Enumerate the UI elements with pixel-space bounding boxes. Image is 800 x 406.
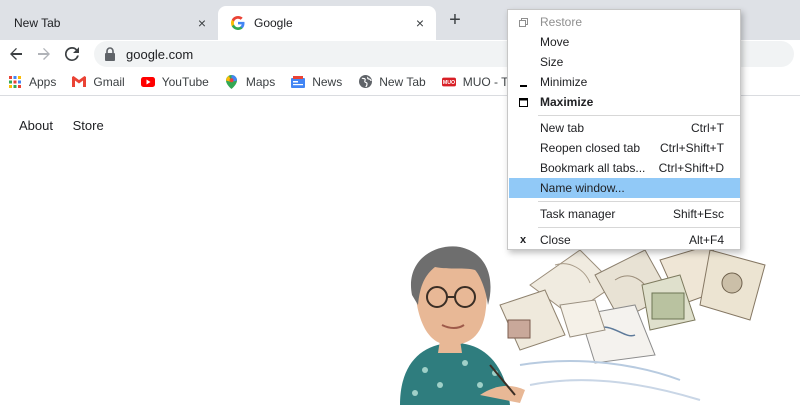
- menu-item-new-tab[interactable]: New tab Ctrl+T: [509, 118, 740, 138]
- back-button[interactable]: [4, 42, 28, 66]
- menu-item-task-manager[interactable]: Task manager Shift+Esc: [509, 204, 740, 224]
- bookmark-label: Maps: [245, 74, 276, 89]
- shortcut-label: Ctrl+T: [691, 121, 724, 135]
- shortcut-label: Ctrl+Shift+D: [658, 161, 724, 175]
- lock-icon: [104, 47, 116, 61]
- bookmark-label: New Tab: [379, 74, 426, 89]
- close-x-icon: x: [519, 234, 527, 246]
- tab-google[interactable]: Google ×: [218, 6, 436, 40]
- shortcut-label: Shift+Esc: [672, 207, 724, 221]
- news-icon: [291, 75, 306, 89]
- bookmark-label: News: [312, 74, 343, 89]
- bookmark-label: Gmail: [93, 74, 125, 89]
- forward-button[interactable]: [32, 42, 56, 66]
- maximize-icon: [517, 96, 529, 108]
- url-text: google.com: [126, 46, 194, 62]
- bookmark-news[interactable]: News: [291, 75, 342, 89]
- bookmark-label: Apps: [29, 74, 57, 89]
- tab-new-tab[interactable]: New Tab ×: [0, 6, 218, 40]
- store-link[interactable]: Store: [73, 118, 104, 133]
- maps-pin-icon: [225, 74, 239, 89]
- bookmark-gmail[interactable]: Gmail: [72, 74, 125, 89]
- menu-item-minimize[interactable]: Minimize: [509, 72, 740, 92]
- globe-icon: [358, 75, 372, 89]
- bookmark-youtube[interactable]: YouTube: [140, 74, 209, 89]
- youtube-icon: [140, 75, 155, 89]
- bookmark-maps[interactable]: Maps: [225, 74, 276, 89]
- bookmark-label: YouTube: [161, 74, 209, 89]
- menu-item-maximize[interactable]: Maximize: [509, 92, 740, 112]
- bookmark-apps[interactable]: Apps: [8, 75, 56, 89]
- svg-text:MUO: MUO: [443, 80, 455, 86]
- menu-item-name-window[interactable]: Name window...: [509, 178, 740, 198]
- tab-close-icon[interactable]: ×: [194, 15, 210, 31]
- menu-item-close[interactable]: x Close Alt+F4: [509, 230, 740, 250]
- bookmark-new-tab[interactable]: New Tab: [358, 74, 426, 89]
- menu-separator: [538, 227, 740, 228]
- about-link[interactable]: About: [19, 118, 53, 133]
- shortcut-label: Ctrl+Shift+T: [659, 141, 724, 155]
- menu-item-move[interactable]: Move: [509, 32, 740, 52]
- menu-item-size[interactable]: Size: [509, 52, 740, 72]
- muo-icon: MUO: [441, 75, 456, 89]
- window-system-menu: Restore Move Size Minimize Maximize New …: [507, 9, 741, 250]
- menu-item-bookmark-all-tabs[interactable]: Bookmark all tabs... Ctrl+Shift+D: [509, 158, 740, 178]
- tab-title: New Tab: [14, 16, 61, 30]
- minimize-icon: [517, 76, 529, 88]
- menu-separator: [538, 201, 740, 202]
- menu-item-reopen-closed-tab[interactable]: Reopen closed tab Ctrl+Shift+T: [509, 138, 740, 158]
- back-arrow-icon: [10, 48, 22, 60]
- menu-item-restore: Restore: [509, 12, 740, 32]
- apps-grid-icon: [8, 75, 22, 89]
- gmail-icon: [72, 75, 87, 89]
- forward-arrow-icon: [38, 48, 50, 60]
- shortcut-label: Alt+F4: [688, 233, 724, 247]
- reload-button[interactable]: [60, 42, 84, 66]
- restore-icon: [517, 16, 529, 28]
- tab-close-icon[interactable]: ×: [412, 15, 428, 31]
- menu-separator: [538, 115, 740, 116]
- google-favicon-icon: [230, 15, 246, 31]
- google-doodle-illustration[interactable]: [380, 245, 770, 405]
- new-tab-button[interactable]: +: [443, 9, 467, 33]
- top-links: About Store: [19, 118, 120, 133]
- tab-title: Google: [254, 16, 293, 30]
- reload-icon: [64, 46, 79, 61]
